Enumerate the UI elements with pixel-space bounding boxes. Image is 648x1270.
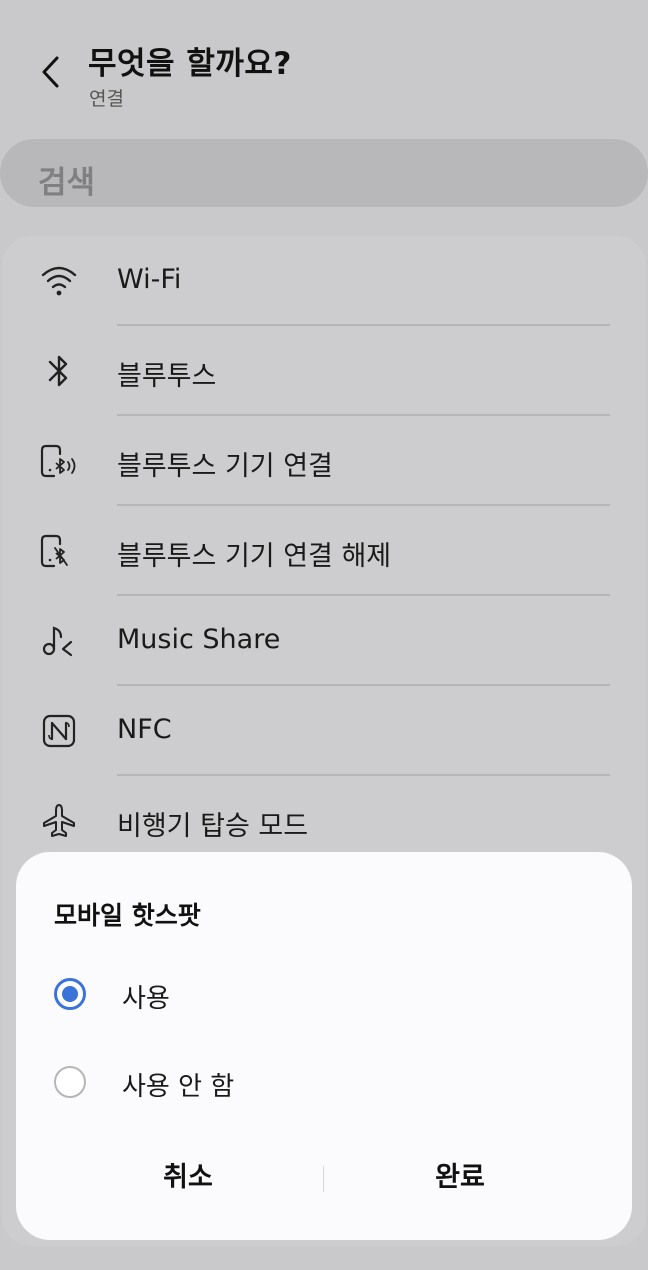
- dialog-title: 모바일 핫스팟: [54, 901, 201, 930]
- option-disable[interactable]: 사용 안 함: [52, 1054, 612, 1114]
- search-placeholder: 검색: [38, 165, 96, 201]
- option-enable[interactable]: 사용: [52, 966, 612, 1026]
- list-item-label: 비행기 탑승 모드: [117, 811, 309, 842]
- bluetooth-device-connect-icon: [38, 440, 80, 482]
- cancel-button[interactable]: 취소: [56, 1148, 320, 1208]
- button-divider: [323, 1166, 324, 1192]
- bluetooth-icon: [38, 350, 80, 392]
- list-item-label: 블루투스 기기 연결 해제: [117, 541, 392, 572]
- radio-selected[interactable]: [54, 978, 86, 1010]
- page-subtitle: 연결: [89, 88, 124, 110]
- list-item-label: 블루투스: [117, 361, 217, 392]
- header: 무엇을 할까요? 연결: [0, 0, 648, 130]
- back-button[interactable]: [30, 50, 70, 94]
- nfc-icon: [38, 710, 80, 752]
- option-label: 사용: [122, 984, 170, 1014]
- done-button[interactable]: 완료: [328, 1148, 592, 1208]
- list-item-bluetooth-connect[interactable]: 블루투스 기기 연결: [2, 416, 646, 506]
- search-input[interactable]: 검색: [0, 139, 648, 207]
- list-item-label: Wi-Fi: [117, 264, 182, 295]
- list-item-music-share[interactable]: Music Share: [2, 596, 646, 686]
- list-item-label: NFC: [117, 714, 172, 745]
- music-share-icon: [38, 620, 80, 662]
- list-item-nfc[interactable]: NFC: [2, 686, 646, 776]
- list-item-wifi[interactable]: Wi-Fi: [2, 236, 646, 326]
- chevron-left-icon: [42, 56, 59, 88]
- list-item-bluetooth-disconnect[interactable]: 블루투스 기기 연결 해제: [2, 506, 646, 596]
- airplane-icon: [38, 800, 80, 842]
- page-title: 무엇을 할까요?: [88, 46, 292, 82]
- radio-unselected[interactable]: [54, 1066, 86, 1098]
- list-item-label: 블루투스 기기 연결: [117, 451, 333, 482]
- list-item-label: Music Share: [117, 624, 281, 655]
- mobile-hotspot-dialog: 모바일 핫스팟 사용 사용 안 함 취소 완료: [16, 852, 632, 1240]
- option-label: 사용 안 함: [122, 1072, 235, 1102]
- list-item-bluetooth[interactable]: 블루투스: [2, 326, 646, 416]
- wifi-icon: [38, 260, 80, 302]
- bluetooth-device-disconnect-icon: [38, 530, 80, 572]
